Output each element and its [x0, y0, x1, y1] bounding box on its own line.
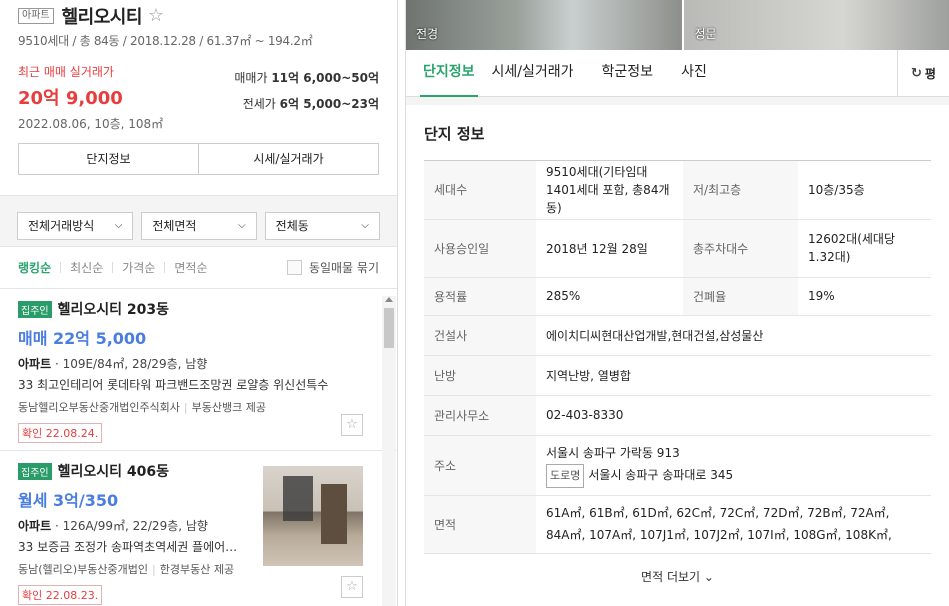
listing-agent: 동남헬리오부동산중개법인주식회사: [18, 401, 180, 414]
price-ranges: 매매가 11억 6,000~50억 전세가 6억 5,000~23억: [234, 69, 379, 121]
listing-favorite-star-icon[interactable]: ☆: [341, 576, 363, 598]
more-area-button[interactable]: 면적 더보기 ⌄: [424, 554, 931, 585]
property-type-badge: 아파트: [18, 8, 54, 24]
jeonse-range: 6억 5,000~23억: [279, 97, 379, 111]
table-value: 에이치디씨현대산업개발,현대건설,삼성물산: [536, 315, 931, 356]
tab-school[interactable]: 학군정보: [588, 50, 668, 97]
listing-spec: · 126A/99㎡, 22/29층, 남향: [51, 519, 208, 533]
listing-item[interactable]: 집주인 헬리오시티 406동 월세 3억/350 아파트 · 126A/99㎡,…: [0, 451, 397, 606]
chevron-down-icon: ⌵: [238, 220, 246, 231]
listing-description: 33 최고인테리어 롯데타워 파크밴드조망권 로얄층 위신선특수: [18, 378, 329, 392]
listing-price: 매매 22억 5,000: [18, 329, 147, 348]
unit-toggle-button[interactable]: ↻ 평: [897, 50, 949, 97]
table-label: 세대수: [424, 161, 536, 220]
tab-price[interactable]: 시세/실거래가: [478, 50, 588, 97]
address-road: 서울시 송파구 송파대로 345: [588, 468, 734, 482]
chevron-down-icon: ⌵: [361, 220, 369, 231]
favorite-star-icon[interactable]: ☆: [148, 7, 164, 25]
scroll-thumb[interactable]: [384, 308, 394, 348]
table-label: 총주차대수: [683, 219, 798, 278]
complex-detail-panel: 전경 정문 단지정보 시세/실거래가 학군정보 사진 ↻ 평 단지 정보 세대수 …: [405, 0, 949, 606]
photo-gate[interactable]: 정문: [684, 0, 949, 50]
complex-summary-panel: 아파트 헬리오시티 ☆ 9510세대 / 총 84동 / 2018.12.28 …: [0, 0, 398, 606]
table-value: 지역난방, 열병합: [536, 355, 931, 396]
table-value: 9510세대(기타임대 1401세대 포함, 총84개동): [536, 161, 683, 220]
complex-name: 헬리오시티: [61, 7, 143, 28]
sale-range: 11억 6,000~50억: [271, 71, 379, 85]
tab-photos[interactable]: 사진: [667, 50, 721, 97]
table-label: 용적률: [424, 277, 536, 316]
checkbox[interactable]: [286, 260, 302, 275]
sort-bar: 랭킹순 최신순 가격순 면적순 동일매물 묶기: [0, 247, 397, 289]
unit-toggle-label: 평: [924, 67, 936, 81]
detail-tabs: 단지정보 시세/실거래가 학군정보 사진 ↻ 평: [406, 50, 949, 97]
table-label: 관리사무소: [424, 395, 536, 436]
listing-provider: 부동산뱅크 제공: [191, 401, 266, 414]
photo-caption: 정문: [694, 27, 717, 41]
photo-caption: 전경: [416, 27, 439, 41]
table-value: 19%: [798, 277, 931, 316]
sort-price[interactable]: 가격순: [122, 259, 155, 276]
area-dropdown[interactable]: 전체면적 ⌵: [141, 211, 257, 240]
table-label: 저/최고층: [683, 161, 798, 220]
table-label: 주소: [424, 435, 536, 496]
refresh-icon: ↻: [911, 66, 922, 81]
listing-type: 아파트: [18, 357, 52, 371]
road-address-tag: 도로명: [546, 464, 585, 488]
sort-latest[interactable]: 최신순: [70, 259, 103, 276]
sort-ranking[interactable]: 랭킹순: [18, 259, 51, 276]
listing-item[interactable]: 집주인 헬리오시티 203동 매매 22억 5,000 아파트 · 109E/8…: [0, 289, 397, 451]
group-duplicates-label: 동일매물 묶기: [308, 261, 379, 275]
dropdown-label: 전체면적: [152, 219, 197, 233]
info-section-title: 단지 정보: [424, 105, 931, 161]
owner-badge: 집주인: [18, 300, 52, 318]
listing-type: 아파트: [18, 519, 52, 533]
sale-label: 매매가: [234, 71, 268, 85]
chevron-down-icon: ⌵: [114, 220, 123, 231]
table-value: 285%: [536, 277, 683, 316]
price-info-button[interactable]: 시세/실거래가: [198, 144, 378, 174]
jeonse-label: 전세가: [242, 97, 276, 111]
scroll-up-arrow-icon[interactable]: [385, 297, 393, 302]
listing-description: 33 보증금 조정가 송파역초역세권 플에어…: [18, 540, 238, 554]
trade-type-dropdown[interactable]: 전체거래방식 ⌵: [17, 211, 134, 240]
dropdown-label: 전체동: [275, 219, 309, 233]
table-label: 건설사: [424, 315, 536, 356]
confirm-date-badge: 확인 22.08.24.: [18, 423, 103, 443]
dropdown-label: 전체거래방식: [28, 219, 95, 233]
confirm-date-badge: 확인 22.08.23.: [18, 585, 103, 605]
table-value: 10층/35층: [798, 161, 931, 220]
group-duplicates-toggle[interactable]: 동일매물 묶기: [286, 259, 379, 276]
table-value: 12602대(세대당 1.32대): [798, 219, 931, 278]
table-label: 난방: [424, 355, 536, 396]
area-list: 84A㎡, 107A㎡, 107J1㎡, 107J2㎡, 107I㎡, 108G…: [546, 528, 892, 542]
area-list: 61A㎡, 61B㎡, 61D㎡, 62C㎡, 72C㎡, 72D㎡, 72B㎡…: [546, 506, 890, 520]
table-label: 면적: [424, 495, 536, 554]
listing-agent: 동남(헬리오)부동산중개법인: [18, 563, 149, 576]
listing-title: 헬리오시티 203동: [57, 302, 169, 318]
complex-summary: 9510세대 / 총 84동 / 2018.12.28 / 61.37㎡ ~ 1…: [18, 34, 313, 48]
complex-info-button[interactable]: 단지정보: [19, 144, 198, 174]
listing-scrollbar[interactable]: [382, 296, 396, 606]
table-value: 02-403-8330: [536, 395, 931, 436]
photo-overview[interactable]: 전경: [406, 0, 683, 50]
listing-title: 헬리오시티 406동: [57, 464, 169, 480]
table-value: 2018년 12월 28일: [536, 219, 683, 278]
owner-badge: 집주인: [18, 462, 52, 480]
table-label: 건폐율: [683, 277, 798, 316]
listing-favorite-star-icon[interactable]: ☆: [341, 414, 363, 436]
building-dropdown[interactable]: 전체동 ⌵: [264, 211, 380, 240]
tab-complex-info[interactable]: 단지정보: [420, 50, 478, 97]
sort-area[interactable]: 면적순: [174, 259, 207, 276]
listing-spec: · 109E/84㎡, 28/29층, 남향: [51, 357, 208, 371]
address-lot: 서울시 송파구 가락동 913: [546, 446, 680, 460]
listing-photo[interactable]: [263, 466, 363, 566]
table-label: 사용승인일: [424, 219, 536, 278]
listing-provider: 한경부동산 제공: [159, 563, 235, 576]
complex-info-table: 세대수 9510세대(기타임대 1401세대 포함, 총84개동) 저/최고층 …: [424, 161, 931, 554]
filter-bar: 전체거래방식 ⌵ 전체면적 ⌵ 전체동 ⌵: [0, 205, 397, 247]
